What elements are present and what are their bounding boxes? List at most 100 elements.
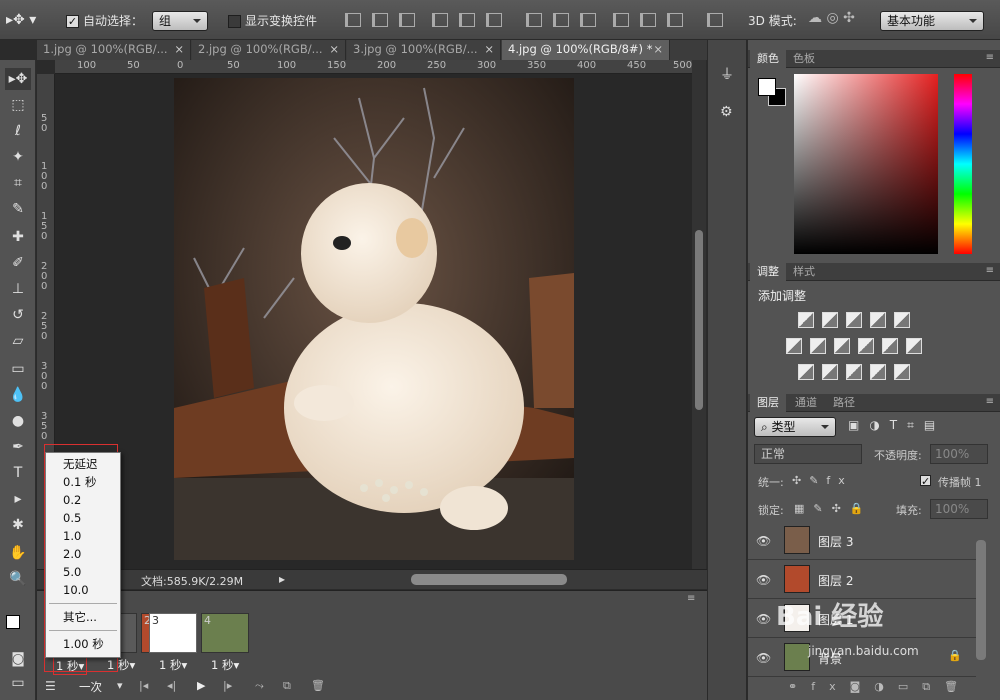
unify-icons[interactable]: ✣✎fx — [792, 474, 853, 487]
eye-icon[interactable]: 👁 — [756, 651, 771, 665]
convert-timeline-icon[interactable]: ☰ — [45, 679, 56, 693]
path-select-tool-icon[interactable]: ▸ — [5, 488, 31, 510]
tab-adjustments[interactable]: 调整 — [750, 263, 786, 281]
blend-mode-select[interactable]: 正常 — [754, 444, 862, 464]
workspace-dropdown[interactable]: 基本功能 — [880, 11, 984, 31]
color-field[interactable] — [794, 74, 938, 254]
color-lookup-icon[interactable] — [906, 338, 922, 354]
layer-bottom-icons[interactable]: ⚭fx◙◑▭⧉🗑 — [788, 680, 972, 694]
show-transform-checkbox[interactable]: 显示变换控件 — [228, 12, 317, 29]
distribute-left-icon[interactable] — [613, 13, 629, 27]
invert-icon[interactable] — [798, 364, 814, 380]
eyedropper-tool-icon[interactable]: ✎ — [5, 198, 31, 220]
duplicate-frame-icon[interactable]: ⧉ — [283, 679, 291, 693]
foreground-swatch[interactable] — [758, 78, 776, 96]
menu-item-10-0[interactable]: 10.0 — [46, 581, 120, 599]
zoom-tool-icon[interactable]: 🔍 — [5, 568, 31, 590]
opacity-input[interactable]: 100% — [930, 444, 988, 464]
distribute-vcenter-icon[interactable] — [553, 13, 569, 27]
hand-tool-icon[interactable]: ✋ — [5, 542, 31, 564]
foreground-color-swatch[interactable] — [6, 615, 20, 629]
menu-item-no-delay[interactable]: 无延迟 — [46, 455, 120, 473]
3d-rotate-icon[interactable]: ☁ ◎ ✣ — [808, 10, 855, 26]
scroll-thumb[interactable] — [695, 230, 703, 410]
magic-wand-tool-icon[interactable]: ✦ — [5, 146, 31, 168]
menu-item-1-0[interactable]: 1.0 — [46, 527, 120, 545]
fill-input[interactable]: 100% — [930, 499, 988, 519]
layer-row[interactable]: 👁 图层 3 — [748, 522, 976, 560]
layer-filter-icons[interactable]: ▣◑T⌗▤ — [848, 418, 945, 433]
dodge-tool-icon[interactable]: ● — [5, 410, 31, 432]
align-right-icon[interactable] — [486, 13, 502, 27]
color-balance-icon[interactable] — [810, 338, 826, 354]
eye-icon[interactable]: 👁 — [756, 534, 771, 548]
exposure-icon[interactable] — [870, 312, 886, 328]
stamp-tool-icon[interactable]: ⊥ — [5, 278, 31, 300]
align-bottom-icon[interactable] — [399, 13, 415, 27]
tab-styles[interactable]: 样式 — [786, 263, 822, 281]
eraser-tool-icon[interactable]: ▱ — [5, 330, 31, 352]
menu-item-0-1[interactable]: 0.1 秒 — [46, 473, 120, 491]
gradient-map-icon[interactable] — [894, 364, 910, 380]
close-icon[interactable]: × — [653, 40, 663, 59]
frame-3-thumb[interactable]: 3 — [149, 613, 197, 653]
menu-item-current[interactable]: 1.00 秒 — [46, 635, 120, 653]
blur-tool-icon[interactable]: 💧 — [5, 384, 31, 406]
vertical-scrollbar[interactable] — [692, 60, 706, 570]
prev-frame-icon[interactable]: ◂| — [167, 679, 176, 692]
distribute-bottom-icon[interactable] — [580, 13, 596, 27]
tab-4[interactable]: 4.jpg @ 100%(RGB/8#) * × — [502, 40, 670, 60]
vibrance-icon[interactable] — [894, 312, 910, 328]
marquee-tool-icon[interactable]: ⬚ — [5, 94, 31, 116]
loop-select[interactable]: 一次 — [79, 679, 102, 695]
layer-row[interactable]: 👁 图层 2 — [748, 561, 976, 599]
horizontal-scroll-thumb[interactable] — [411, 574, 567, 585]
tab-1[interactable]: 1.jpg @ 100%(RGB/... × — [37, 40, 191, 60]
quick-mask-icon[interactable]: ◙ — [5, 648, 31, 670]
crop-tool-icon[interactable]: ⌗ — [5, 172, 31, 194]
close-icon[interactable]: × — [484, 40, 494, 59]
shape-tool-icon[interactable]: ✱ — [5, 514, 31, 536]
gradient-tool-icon[interactable]: ▭ — [5, 358, 31, 380]
propagate-checkbox[interactable]: ✓ — [920, 473, 935, 487]
tab-3[interactable]: 3.jpg @ 100%(RGB/... × — [347, 40, 501, 60]
menu-item-5-0[interactable]: 5.0 — [46, 563, 120, 581]
menu-item-2-0[interactable]: 2.0 — [46, 545, 120, 563]
tween-icon[interactable]: ⤳ — [255, 679, 264, 693]
close-icon[interactable]: × — [174, 40, 184, 59]
frame-delay[interactable]: 1 秒▾ — [159, 657, 187, 673]
distribute-top-icon[interactable] — [526, 13, 542, 27]
threshold-icon[interactable] — [846, 364, 862, 380]
tab-2[interactable]: 2.jpg @ 100%(RGB/... × — [192, 40, 346, 60]
frame-4-thumb[interactable]: 4 — [201, 613, 249, 653]
brightness-icon[interactable] — [798, 312, 814, 328]
play-icon[interactable]: ▶ — [197, 679, 205, 692]
loop-dropdown-icon[interactable]: ▾ — [117, 679, 123, 692]
status-arrow-icon[interactable]: ▸ — [279, 572, 285, 586]
align-left-icon[interactable] — [432, 13, 448, 27]
menu-item-other[interactable]: 其它... — [46, 608, 120, 626]
layers-scroll-thumb[interactable] — [976, 540, 986, 660]
align-top-icon[interactable] — [345, 13, 361, 27]
channel-mixer-icon[interactable] — [882, 338, 898, 354]
document-photo[interactable] — [174, 78, 574, 560]
panel-menu-icon[interactable]: ≡ — [687, 593, 695, 604]
delete-frame-icon[interactable]: 🗑 — [311, 679, 325, 692]
lasso-tool-icon[interactable]: ℓ — [5, 120, 31, 142]
layer-row[interactable]: 👁 背景 🔒 — [748, 639, 976, 677]
screen-mode-icon[interactable]: ▭ — [5, 672, 31, 694]
type-tool-icon[interactable]: T — [5, 462, 31, 484]
lock-icons[interactable]: ▦✎✣🔒 — [794, 502, 873, 515]
panel-menu-icon[interactable]: ≡ — [986, 52, 994, 63]
history-panel-icon[interactable]: ⏚ — [720, 64, 734, 84]
pen-tool-icon[interactable]: ✒ — [5, 436, 31, 458]
frame-delay[interactable]: 1 秒▾ — [211, 657, 239, 673]
menu-item-0-5[interactable]: 0.5 — [46, 509, 120, 527]
tab-layers[interactable]: 图层 — [750, 394, 786, 412]
posterize-icon[interactable] — [822, 364, 838, 380]
align-hcenter-icon[interactable] — [459, 13, 475, 27]
auto-align-icon[interactable] — [707, 13, 723, 27]
panel-menu-icon[interactable]: ≡ — [986, 396, 994, 407]
healing-tool-icon[interactable]: ✚ — [5, 226, 31, 248]
brush-tool-icon[interactable]: ✐ — [5, 252, 31, 274]
